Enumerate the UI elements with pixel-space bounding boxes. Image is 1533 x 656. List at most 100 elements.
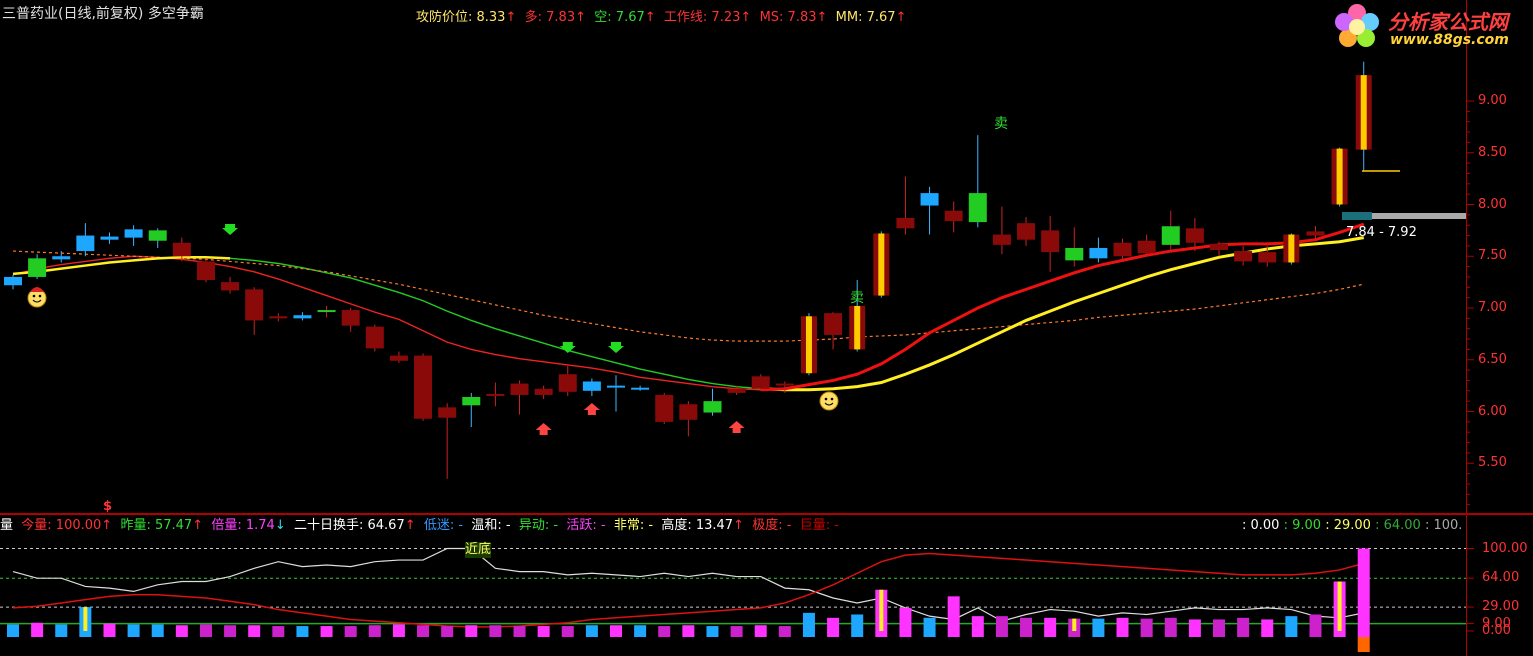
volume-bar xyxy=(1357,548,1370,637)
volume-indicator-value: 低迷: - xyxy=(423,518,464,533)
volume-axis xyxy=(1466,548,1474,632)
candle-body xyxy=(1258,252,1277,263)
near-bottom-label: 近底 xyxy=(465,542,492,558)
candle-body xyxy=(341,310,360,326)
volume-bar xyxy=(31,622,44,637)
volume-indicator-value: 极度: - xyxy=(752,518,792,533)
candle-body xyxy=(582,381,601,391)
logo: 分析家公式网 www.88gs.com xyxy=(1330,2,1530,54)
volume-indicator-value: 今量: 100.00 xyxy=(21,518,102,533)
indicator-arrow: ↑ xyxy=(895,10,907,25)
flower-logo-icon xyxy=(1335,4,1379,47)
volume-bar xyxy=(971,616,984,637)
candle-body xyxy=(631,387,650,390)
candle-body xyxy=(968,193,987,223)
indicator-arrow: ↑ xyxy=(505,10,517,25)
candle-body xyxy=(775,383,794,386)
volume-indicator-arrow: ↑ xyxy=(404,518,416,533)
price-tick-label: 8.50 xyxy=(1478,144,1507,160)
volume-bar xyxy=(851,614,864,637)
volume-indicator-value: 非常: - xyxy=(613,518,654,533)
candle-body xyxy=(100,236,119,240)
candle-body xyxy=(896,217,915,229)
smiley-icon xyxy=(819,391,839,411)
candle-body xyxy=(679,404,698,420)
volume-bar xyxy=(658,626,671,637)
ma-line-1 xyxy=(12,236,1364,391)
candle-body xyxy=(1137,240,1156,254)
volume-tick-label: 0.00 xyxy=(1482,623,1511,638)
candlesticks xyxy=(4,61,1467,479)
volume-bar-core xyxy=(1072,618,1077,631)
candle-body xyxy=(751,376,770,389)
volume-bar-core xyxy=(1337,581,1342,631)
volume-bar xyxy=(7,624,19,637)
volume-indicator-value: 昨量: 57.47 xyxy=(120,518,193,533)
volume-bar xyxy=(272,626,285,637)
candle-body xyxy=(920,193,939,206)
volume-indicator-arrow: ↑ xyxy=(101,518,113,533)
volume-lines xyxy=(12,547,1364,628)
buy-arrow-icon xyxy=(583,403,600,415)
candle-body xyxy=(414,355,433,419)
candle-body xyxy=(221,282,240,291)
volume-bar xyxy=(537,626,550,637)
volume-bar xyxy=(706,626,719,637)
candle-body xyxy=(558,374,577,392)
volume-bar xyxy=(368,625,381,637)
volume-bar xyxy=(151,624,164,637)
volume-bar xyxy=(1044,617,1057,637)
turnover-line xyxy=(12,547,1364,622)
price-tick-label: 6.50 xyxy=(1478,351,1507,367)
candle-body xyxy=(510,383,529,395)
volume-right-values: : 0.00 : 9.00 : 29.00 : 64.00 : 100. xyxy=(1242,518,1467,534)
candle-body xyxy=(317,310,336,313)
volume-indicator-value: 高度: 13.47 xyxy=(661,518,734,533)
candle-body-core xyxy=(1288,234,1295,263)
indicator-value: MM: 7.67 xyxy=(835,10,896,25)
price-tick-label: 7.50 xyxy=(1478,248,1507,264)
candle-body xyxy=(76,235,95,252)
volume-tick-label: 100.00 xyxy=(1482,540,1528,556)
volume-tick-label: 29.00 xyxy=(1482,599,1520,615)
candle-body xyxy=(1065,247,1084,261)
candle-body xyxy=(824,313,843,335)
candle-body xyxy=(1185,228,1204,243)
smiley-eye xyxy=(38,294,42,298)
candle-body xyxy=(1113,242,1132,257)
volume-bar xyxy=(199,624,212,637)
volume-bar xyxy=(55,624,68,637)
volume-bar xyxy=(730,626,743,637)
volume-indicator-value: 倍量: 1.74 xyxy=(211,518,275,533)
candle-body-core xyxy=(1336,148,1343,205)
candle-body xyxy=(1234,251,1253,262)
candle-body-core xyxy=(878,233,885,296)
candle-body xyxy=(1306,231,1325,236)
price-tick-label: 6.00 xyxy=(1478,403,1507,419)
candle-body xyxy=(124,229,143,238)
candle-body xyxy=(148,230,167,241)
indicator-value: 工作线: 7.23 xyxy=(663,10,741,25)
volume-indicator-value: 巨量: - xyxy=(799,518,839,533)
volume-indicator-arrow: ↑ xyxy=(192,518,204,533)
volume-bar xyxy=(224,625,237,637)
kline-chart[interactable] xyxy=(0,0,1533,656)
buy-arrow-icon xyxy=(535,423,552,435)
chart-title: 三普药业(日线,前复权) 多空争霸 xyxy=(2,6,204,22)
volume-indicator-arrow: ↓ xyxy=(274,518,286,533)
volume-bar xyxy=(561,626,574,637)
logo-url: www.88gs.com xyxy=(1390,32,1509,48)
indicator-arrow: ↑ xyxy=(740,10,752,25)
volume-bar-core xyxy=(879,589,884,631)
candle-body xyxy=(438,407,457,418)
volume-tick-label: 64.00 xyxy=(1482,570,1520,586)
volume-bar xyxy=(995,616,1008,637)
candle-body xyxy=(486,393,505,396)
volume-bar xyxy=(248,625,261,637)
candle-body xyxy=(245,289,264,321)
volume-bar xyxy=(441,626,454,637)
volume-bar xyxy=(1164,617,1177,637)
dollar-signal: $ xyxy=(103,499,113,514)
candle-body xyxy=(196,261,215,281)
candle-body xyxy=(4,276,22,286)
